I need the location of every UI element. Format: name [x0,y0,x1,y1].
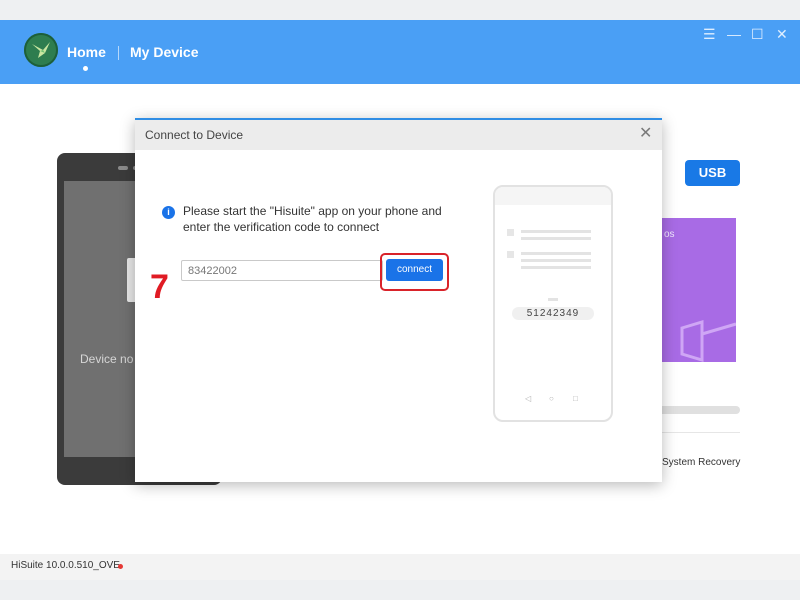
placeholder-line [521,237,591,240]
connect-dialog: Connect to Device ✕ i Please start the "… [135,118,662,482]
section-divider [652,432,740,433]
back-nav-icon: ◁ [525,394,532,403]
placeholder-line [521,266,591,269]
usb-button[interactable]: USB [685,160,740,186]
placeholder-line [521,252,591,255]
step-number-annotation: 7 [150,268,169,306]
nav-divider [118,46,119,60]
recent-nav-icon: □ [573,394,578,403]
phone-verification-code: 51242349 [512,307,594,320]
menu-icon[interactable]: ☰ [703,26,716,42]
dialog-title: Connect to Device [145,128,244,142]
feature-card-label: os [664,229,675,240]
hummingbird-icon [32,42,50,58]
hisuite-logo [24,33,58,67]
device-outline-icon [680,319,737,367]
info-icon: i [162,206,175,219]
progress-bar [652,406,740,414]
home-nav-icon: ○ [549,394,554,403]
title-bar: Home My Device ☰ — ☐ ✕ [0,20,800,84]
nav-home-tab[interactable]: Home [67,44,106,60]
device-speaker [118,166,128,170]
close-window-icon[interactable]: ✕ [776,26,788,42]
version-label: HiSuite 10.0.0.510_OVE [11,560,120,571]
verification-code-input[interactable] [181,260,383,281]
placeholder-line [548,298,558,301]
nav-my-device-tab[interactable]: My Device [130,44,198,60]
maximize-icon[interactable]: ☐ [751,26,764,42]
connect-button[interactable]: connect [386,259,443,281]
phone-illustration: 51242349 ◁ ○ □ [493,185,613,422]
placeholder-line [521,259,591,262]
dialog-header: Connect to Device ✕ [135,120,662,150]
instruction-text: Please start the "Hisuite" app on your p… [183,204,442,234]
placeholder-icon [507,229,514,236]
placeholder-icon [507,251,514,258]
update-dot-icon [118,564,123,569]
device-status-text: Device no [80,352,134,366]
active-tab-indicator [83,66,88,71]
minimize-icon[interactable]: — [727,26,741,42]
close-icon[interactable]: ✕ [639,125,652,143]
phone-status-bar [495,187,611,205]
status-bar: HiSuite 10.0.0.510_OVE [0,554,800,580]
system-recovery-link[interactable]: System Recovery [662,457,740,468]
placeholder-line [521,230,591,233]
hisuite-window: Home My Device ☰ — ☐ ✕ Device no USB os … [0,20,800,580]
